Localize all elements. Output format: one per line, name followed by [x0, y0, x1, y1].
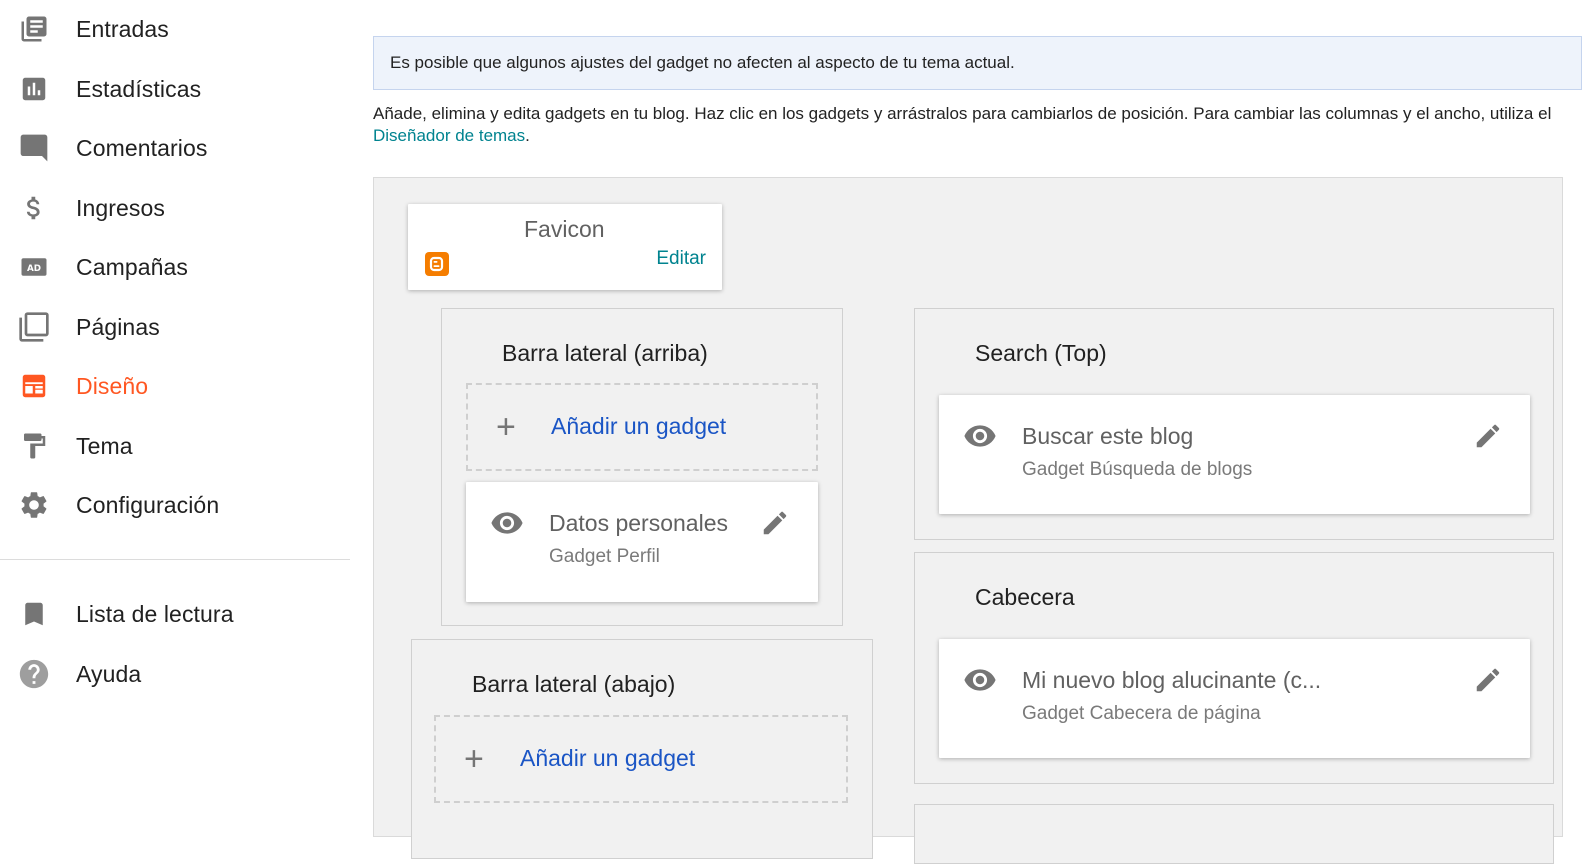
notice-banner: Es posible que algunos ajustes del gadge… [373, 36, 1582, 90]
help-icon [17, 657, 51, 691]
favicon-gadget[interactable]: Favicon Editar [408, 204, 722, 290]
sidebar-item-ingresos[interactable]: Ingresos [0, 183, 350, 233]
section-title: Barra lateral (arriba) [502, 340, 708, 366]
description-tail: . [525, 126, 530, 145]
sidebar-item-campanas[interactable]: AD Campañas [0, 242, 350, 292]
theme-designer-link[interactable]: Diseñador de temas [373, 126, 525, 145]
notice-text: Es posible que algunos ajustes del gadge… [390, 53, 1015, 72]
pencil-icon[interactable] [760, 508, 790, 538]
layout-canvas: Favicon Editar Barra lateral (arriba) + … [373, 177, 1563, 864]
bookmark-icon [17, 597, 51, 631]
sidebar-item-label: Lista de lectura [76, 600, 234, 627]
sidebar-item-configuracion[interactable]: Configuración [0, 480, 350, 530]
add-gadget-button[interactable]: + Añadir un gadget [434, 715, 848, 803]
gadget-blog-search[interactable]: Buscar este blog Gadget Búsqueda de blog… [939, 395, 1530, 514]
pencil-icon[interactable] [1473, 421, 1503, 451]
gadget-subtitle: Gadget Cabecera de página [1022, 703, 1261, 724]
add-gadget-label: Añadir un gadget [551, 413, 727, 439]
sidebar-item-label: Campañas [76, 253, 189, 280]
section-sidebar-top: Barra lateral (arriba) + Añadir un gadge… [441, 308, 843, 626]
blogger-icon [425, 252, 449, 276]
plus-icon: + [496, 408, 516, 446]
section-title: Cabecera [975, 584, 1075, 610]
sidebar-item-ayuda[interactable]: Ayuda [0, 649, 350, 699]
section-header: Cabecera Mi nuevo blog alucinante (c... … [914, 552, 1554, 784]
section-next [914, 804, 1554, 864]
section-sidebar-bottom: Barra lateral (abajo) + Añadir un gadget [411, 639, 873, 859]
sidebar-item-paginas[interactable]: Páginas [0, 302, 350, 352]
gadget-profile[interactable]: Datos personales Gadget Perfil [466, 482, 818, 602]
section-title: Search (Top) [975, 340, 1107, 366]
sidebar-item-label: Diseño [76, 372, 149, 399]
section-title: Barra lateral (abajo) [472, 671, 676, 697]
sidebar-item-tema[interactable]: Tema [0, 421, 350, 471]
stats-icon [17, 72, 51, 106]
gadget-title: Buscar este blog [1022, 423, 1194, 449]
favicon-title: Favicon [524, 216, 605, 242]
add-gadget-button[interactable]: + Añadir un gadget [466, 383, 818, 471]
ad-icon: AD [17, 250, 51, 284]
sidebar-item-comentarios[interactable]: Comentarios [0, 123, 350, 173]
dollar-icon [17, 191, 51, 225]
sidebar-item-lista-de-lectura[interactable]: Lista de lectura [0, 589, 350, 639]
eye-icon[interactable] [490, 506, 524, 540]
sidebar-item-label: Entradas [76, 15, 169, 42]
sidebar-item-diseno[interactable]: Diseño [0, 361, 350, 411]
sidebar-item-label: Ayuda [76, 660, 142, 687]
add-gadget-label: Añadir un gadget [520, 745, 696, 771]
sidebar-item-entradas[interactable]: Entradas [0, 4, 350, 54]
sidebar-item-label: Tema [76, 432, 133, 459]
sidebar-item-label: Configuración [76, 491, 220, 518]
comment-icon [17, 131, 51, 165]
gadget-page-header[interactable]: Mi nuevo blog alucinante (c... Gadget Ca… [939, 639, 1530, 758]
description-text: Añade, elimina y edita gadgets en tu blo… [373, 104, 1552, 123]
sidebar-item-label: Comentarios [76, 134, 208, 161]
gear-icon [17, 488, 51, 522]
eye-icon[interactable] [963, 663, 997, 697]
sidebar-item-label: Ingresos [76, 194, 166, 221]
layout-description: Añade, elimina y edita gadgets en tu blo… [373, 103, 1573, 147]
favicon-edit-link[interactable]: Editar [656, 248, 706, 270]
paint-roller-icon [17, 429, 51, 463]
plus-icon: + [464, 740, 484, 778]
gadget-subtitle: Gadget Perfil [549, 546, 660, 567]
gadget-title: Mi nuevo blog alucinante (c... [1022, 667, 1322, 693]
layout-icon [17, 369, 51, 403]
pages-icon [17, 310, 51, 344]
pencil-icon[interactable] [1473, 665, 1503, 695]
posts-icon [17, 12, 51, 46]
gadget-subtitle: Gadget Búsqueda de blogs [1022, 459, 1253, 480]
sidebar-item-estadisticas[interactable]: Estadísticas [0, 64, 350, 114]
sidebar: Entradas Estadísticas Comentarios Ingres… [0, 0, 350, 814]
sidebar-item-label: Páginas [76, 313, 160, 340]
sidebar-item-label: Estadísticas [76, 75, 202, 102]
svg-text:AD: AD [27, 264, 41, 274]
gadget-title: Datos personales [549, 510, 728, 536]
eye-icon[interactable] [963, 419, 997, 453]
section-search-top: Search (Top) Buscar este blog Gadget Bús… [914, 308, 1554, 540]
sidebar-divider [0, 559, 350, 560]
